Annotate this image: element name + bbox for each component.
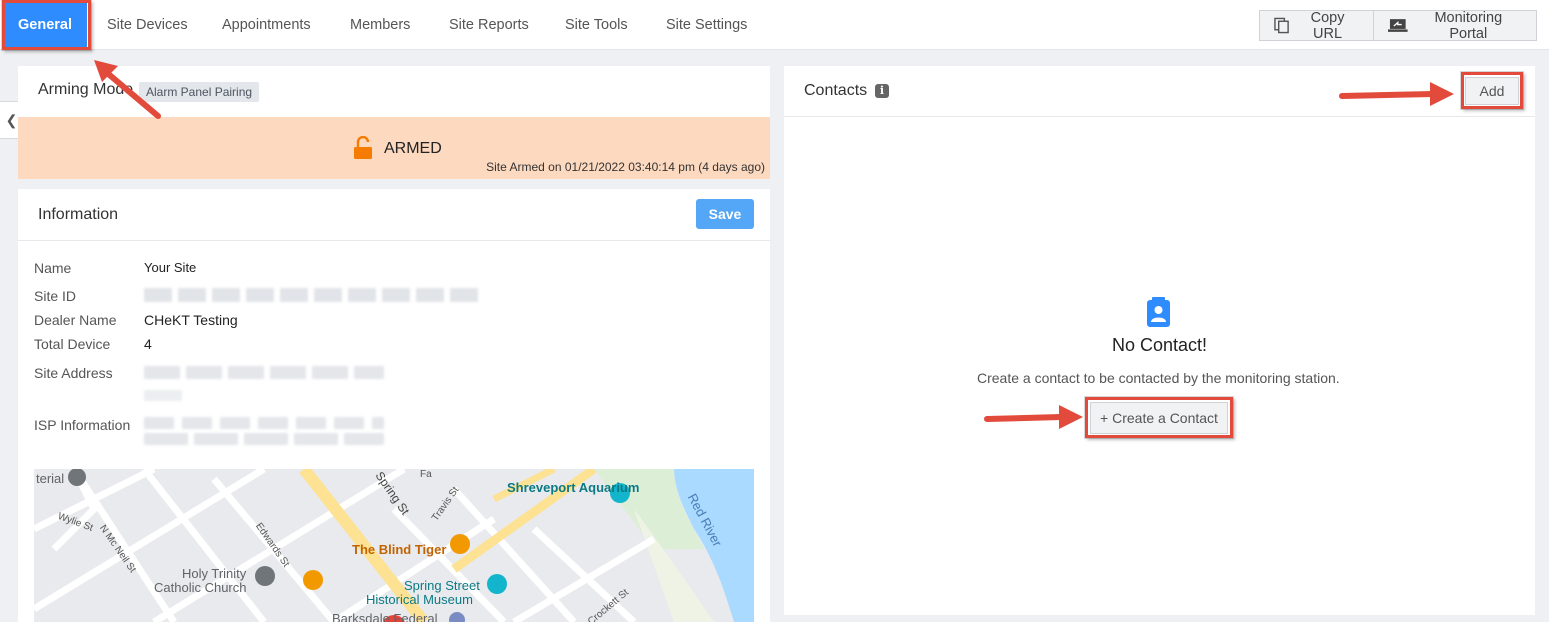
- map-label-aquarium: Shreveport Aquarium: [507, 480, 640, 495]
- contacts-title: Contacts: [804, 82, 868, 99]
- contact-book-icon: [1147, 297, 1170, 327]
- no-contact-title: No Contact!: [1112, 335, 1208, 355]
- isp-ip-redacted: [144, 417, 384, 429]
- monitoring-portal-label: Monitoring Portal: [1434, 9, 1503, 42]
- information-divider: [18, 240, 770, 241]
- total-device-value: 4: [144, 336, 152, 352]
- tab-general[interactable]: General: [3, 2, 87, 48]
- dealer-name-label: Dealer Name: [34, 312, 117, 328]
- map-label-holy-trinity-2: Catholic Church: [154, 580, 247, 595]
- armed-status-band: ARMED Site Armed on 01/21/2022 03:40:14 …: [18, 117, 770, 179]
- copy-url-label: Copy URL: [1310, 9, 1345, 42]
- tab-site-devices[interactable]: Site Devices: [107, 0, 188, 50]
- chevron-left-icon: ❮: [5, 111, 18, 128]
- arming-mode-badge: Alarm Panel Pairing: [139, 82, 260, 102]
- tab-site-settings[interactable]: Site Settings: [666, 0, 747, 50]
- name-value: Your Site: [144, 260, 197, 275]
- site-id-value-redacted: [144, 288, 484, 302]
- map-label-barksdale: Barksdale Federal: [332, 611, 438, 622]
- copy-icon: [1274, 17, 1289, 34]
- create-contact-button[interactable]: + Create a Contact: [1090, 402, 1228, 434]
- tab-appointments[interactable]: Appointments: [222, 0, 311, 50]
- copy-url-button[interactable]: Copy URL: [1259, 9, 1374, 42]
- site-location-map[interactable]: terial Shreveport Aquarium Red River The…: [34, 469, 754, 622]
- site-address-value-redacted: [144, 366, 384, 379]
- site-id-label: Site ID: [34, 288, 77, 304]
- info-icon[interactable]: i: [875, 84, 889, 98]
- laptop-share-icon: [1388, 19, 1408, 32]
- map-label-museum-1: Spring Street: [404, 578, 480, 593]
- information-title: Information: [38, 206, 119, 223]
- map-label-holy-trinity-1: Holy Trinity: [182, 566, 247, 581]
- armed-status-text: ARMED: [384, 140, 442, 157]
- map-label-fannin: Fa: [420, 469, 432, 480]
- isp-information-label: ISP Information: [34, 417, 131, 433]
- dealer-name-value: CHeKT Testing: [144, 312, 238, 328]
- map-label-terial: terial: [36, 471, 65, 486]
- top-nav: General Site Devices Appointments Member…: [0, 0, 1549, 50]
- arming-mode-title: Arming Mode: [38, 81, 134, 98]
- armed-timestamp: Site Armed on 01/21/2022 03:40:14 pm (4 …: [486, 160, 765, 174]
- tab-site-tools[interactable]: Site Tools: [565, 0, 628, 50]
- tab-members[interactable]: Members: [350, 0, 410, 50]
- monitoring-portal-button[interactable]: Monitoring Portal: [1373, 9, 1537, 42]
- unlocked-padlock-icon: [354, 136, 372, 159]
- total-device-label: Total Device: [34, 336, 111, 352]
- no-contact-description: Create a contact to be contacted by the …: [977, 370, 1340, 386]
- save-button[interactable]: Save: [696, 199, 754, 229]
- add-contact-button[interactable]: Add: [1465, 77, 1519, 105]
- name-label: Name: [34, 260, 72, 276]
- site-address-label: Site Address: [34, 365, 113, 381]
- map-label-blind-tiger: The Blind Tiger: [352, 542, 447, 557]
- map-label-museum-2: Historical Museum: [366, 592, 473, 607]
- isp-name-redacted: [144, 433, 384, 445]
- site-address-line2-redacted: [144, 390, 182, 401]
- tab-site-reports[interactable]: Site Reports: [449, 0, 529, 50]
- contacts-divider: [784, 116, 1535, 117]
